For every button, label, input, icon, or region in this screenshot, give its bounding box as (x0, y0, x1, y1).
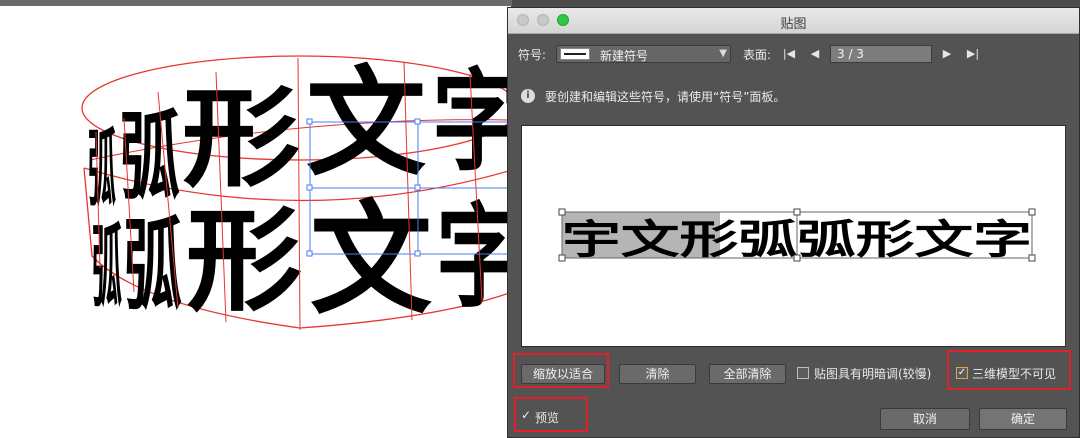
canvas-art-glyph: 形 (182, 77, 300, 202)
shading-checkbox[interactable] (797, 367, 809, 379)
cylinder-artwork[interactable]: 弧 弧 形 文 字 弧 弧 形 文 字 (0, 0, 512, 438)
canvas-art-glyph: 弧 (88, 120, 116, 218)
highlight-hide-3d-model (947, 350, 1071, 390)
surface-label: 表面: (743, 48, 772, 62)
canvas-art-glyph: 文 (310, 189, 432, 331)
map-art-preview[interactable]: 宇文形弧弧形文字 (521, 125, 1066, 347)
ok-button[interactable]: 确定 (979, 408, 1067, 430)
last-page-icon[interactable]: ▶| (964, 45, 982, 63)
canvas-art-glyph: 字 (436, 193, 512, 323)
cancel-button[interactable]: 取消 (880, 408, 970, 430)
surface-number-field[interactable]: 3 / 3 (830, 45, 932, 63)
canvas-art-glyph: 弧 (92, 215, 122, 320)
clear-button[interactable]: 清除 (619, 364, 696, 384)
screenshot-stage: 弧 弧 形 文 字 弧 弧 形 文 字 贴图 符号: 新建符号 ▼ 表面: |◀… (0, 0, 1080, 438)
canvas-art-glyph: 弧 (120, 101, 180, 213)
symbol-swatch-icon (560, 48, 590, 60)
clear-all-button[interactable]: 全部清除 (709, 364, 786, 384)
symbol-dropdown-value: 新建符号 (600, 49, 649, 63)
canvas-art-glyph: 文 (306, 54, 426, 192)
info-message: 要创建和编辑这些符号，请使用“符号”面板。 (545, 90, 786, 104)
next-page-icon[interactable]: ▶ (938, 45, 956, 63)
symbol-label: 符号: (518, 48, 547, 62)
shading-checkbox-label[interactable]: 贴图具有明暗调(较慢) (814, 365, 931, 382)
prev-page-icon[interactable]: ◀ (806, 45, 824, 63)
dialog-titlebar[interactable]: 贴图 (508, 8, 1079, 34)
highlight-preview (514, 397, 588, 432)
info-icon: i (521, 89, 535, 103)
first-page-icon[interactable]: |◀ (780, 45, 798, 63)
canvas-art-glyph: 形 (186, 197, 302, 327)
chevron-down-icon: ▼ (719, 48, 727, 59)
highlight-scale-to-fit (513, 353, 609, 388)
preview-artwork[interactable]: 宇文形弧弧形文字 (522, 126, 1065, 346)
symbol-dropdown[interactable]: 新建符号 ▼ (556, 45, 731, 63)
dialog-title: 贴图 (780, 17, 807, 32)
artboard-canvas[interactable]: 弧 弧 形 文 字 弧 弧 形 文 字 (0, 0, 512, 438)
